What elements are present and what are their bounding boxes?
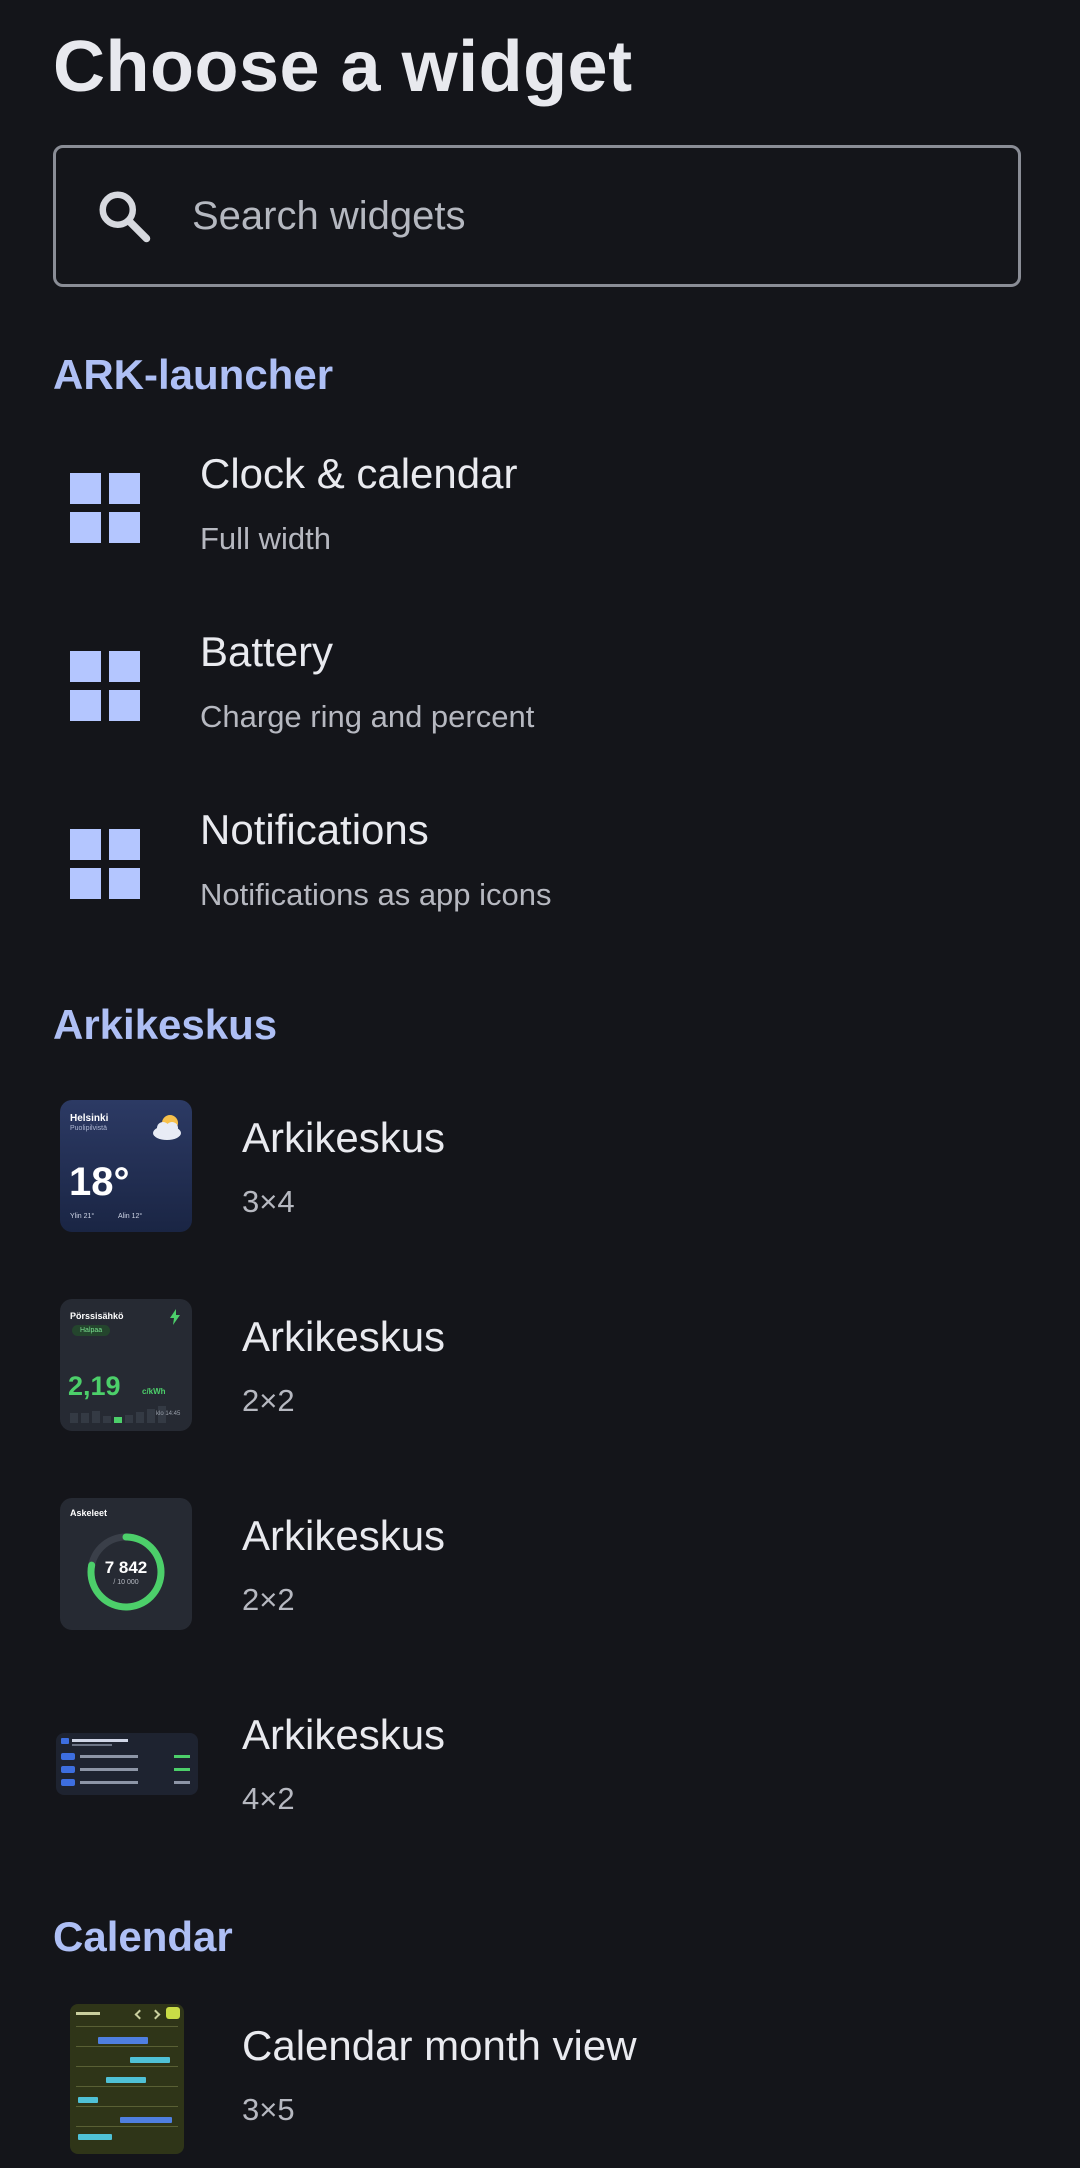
widget-size: 3×5	[242, 2092, 295, 2127]
widget-name: Arkikeskus	[242, 1313, 446, 1360]
preview-city: Helsinki	[70, 1113, 109, 1124]
widget-size: 3×4	[242, 1184, 295, 1219]
preview-time: klo 14:45	[156, 1411, 181, 1417]
preview-steps: 7 842	[104, 1558, 148, 1577]
widget-name: Arkikeskus	[242, 1711, 446, 1758]
preview-goal: / 10 000	[113, 1579, 139, 1586]
widget-name: Arkikeskus	[242, 1512, 446, 1559]
preview-price: 2,19	[68, 1371, 121, 1401]
preview-desc: Puolipilvistä	[70, 1125, 107, 1132]
preview-title: Pörssisähkö	[70, 1311, 124, 1321]
widget-name: Battery	[200, 628, 334, 675]
widget-grid-icon	[70, 473, 140, 543]
bolt-icon	[170, 1309, 180, 1325]
widget-name: Notifications	[200, 806, 429, 853]
section-header: Calendar	[53, 1913, 233, 1960]
preview-temp: 18°	[69, 1160, 130, 1204]
search-field[interactable]: Search widgets	[53, 145, 1021, 287]
partly-cloudy-icon	[153, 1115, 181, 1140]
widget-size: 2×2	[242, 1582, 295, 1617]
search-input[interactable]: Search widgets	[192, 194, 465, 239]
section-header: Arkikeskus	[53, 1001, 278, 1048]
preview-high: Ylin 21°	[70, 1213, 95, 1220]
steps-widget-preview: Askeleet 7 842 / 10 000	[60, 1498, 192, 1630]
widget-item[interactable]: Calendar month view 3×5	[0, 1998, 1080, 2168]
list-widget-preview	[56, 1733, 198, 1795]
widget-item[interactable]: Helsinki Puolipilvistä 18° Ylin 21° Alin…	[0, 1098, 1080, 1268]
widget-item[interactable]: Clock & calendar Full width	[0, 420, 1080, 590]
widget-item[interactable]: Pörssisähkö Halpaa 2,19 c/kWh klo 14:45 …	[0, 1297, 1080, 1467]
widget-size: Charge ring and percent	[200, 699, 535, 734]
widget-name: Calendar month view	[242, 2022, 637, 2069]
widget-item[interactable]: Arkikeskus 4×2	[0, 1695, 1080, 1865]
price-badge: Halpaa	[72, 1325, 111, 1336]
preview-unit: c/kWh	[142, 1387, 166, 1396]
widget-size: Notifications as app icons	[200, 877, 552, 912]
widget-size: Full width	[200, 521, 331, 556]
page-title: Choose a widget	[53, 27, 633, 107]
widget-name: Arkikeskus	[242, 1114, 446, 1161]
calendar-widget-preview	[70, 2004, 184, 2154]
widget-name: Clock & calendar	[200, 450, 518, 497]
widget-size: 2×2	[242, 1383, 295, 1418]
widget-size: 4×2	[242, 1781, 295, 1816]
search-icon	[99, 191, 151, 243]
preview-title: Askeleet	[70, 1508, 108, 1518]
weather-widget-preview: Helsinki Puolipilvistä 18° Ylin 21° Alin…	[60, 1100, 192, 1232]
widget-item[interactable]: Askeleet 7 842 / 10 000 Arkikeskus 2×2	[0, 1496, 1080, 1666]
widget-item[interactable]: Notifications Notifications as app icons	[0, 776, 1080, 946]
widget-grid-icon	[70, 651, 140, 721]
widget-grid-icon	[70, 829, 140, 899]
electricity-widget-preview: Pörssisähkö Halpaa 2,19 c/kWh klo 14:45	[60, 1299, 192, 1431]
widget-item[interactable]: Battery Charge ring and percent	[0, 598, 1080, 768]
preview-low: Alin 12°	[118, 1213, 143, 1220]
section-header: ARK-launcher	[53, 351, 334, 398]
